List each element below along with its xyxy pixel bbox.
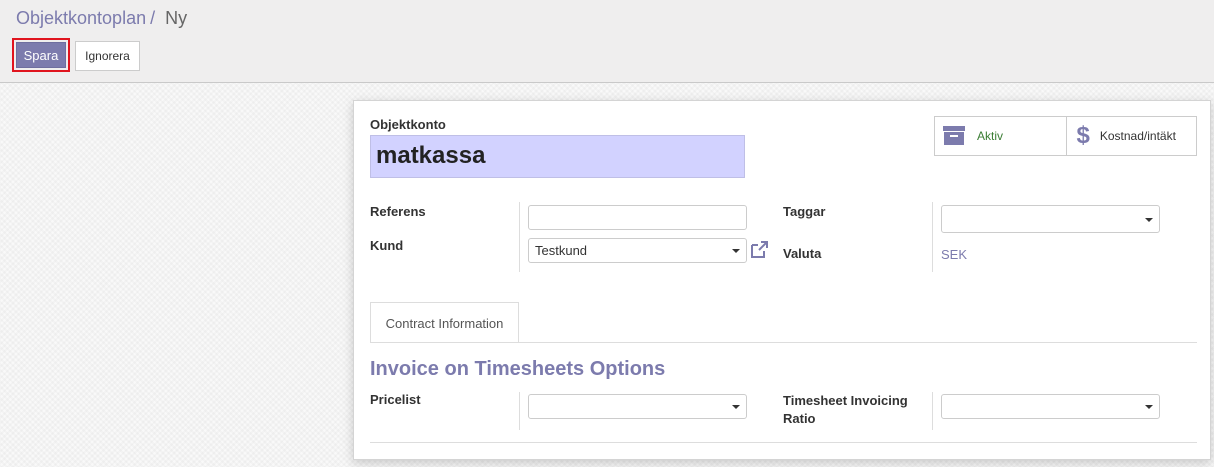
form-sheet: Objektkonto matkassa Aktiv $ Kostnad/int… (353, 100, 1211, 460)
cost-revenue-label: Kostnad/intäkt (1099, 129, 1176, 143)
customer-select-value: Testkund (535, 243, 588, 258)
discard-button[interactable]: Ignorera (75, 41, 140, 71)
reference-label: Referens (370, 204, 426, 219)
archive-icon (943, 124, 965, 149)
currency-label: Valuta (783, 246, 822, 261)
field-divider (932, 392, 933, 430)
breadcrumb-parent-link[interactable]: Objektkontoplan (16, 8, 146, 28)
active-label: Aktiv (977, 129, 1004, 143)
customer-select[interactable]: Testkund (528, 238, 747, 263)
pricelist-select[interactable] (528, 394, 747, 419)
invoicing-ratio-label: Timesheet Invoicing Ratio (783, 392, 908, 428)
group-title: Invoice on Timesheets Options (370, 358, 666, 380)
chevron-down-icon (1145, 405, 1153, 409)
reference-input[interactable] (528, 205, 747, 230)
control-panel: Objektkontoplan / Ny Spara Ignorera (0, 0, 1214, 83)
cost-revenue-button[interactable]: $ Kostnad/intäkt (1065, 117, 1197, 155)
breadcrumb-separator: / (150, 8, 156, 28)
invoicing-ratio-label-line1: Timesheet Invoicing (783, 393, 908, 408)
breadcrumb-current: Ny (165, 8, 188, 28)
section-divider (370, 442, 1197, 443)
field-divider (932, 202, 933, 272)
tab-underline (370, 342, 1197, 343)
currency-value[interactable]: SEK (941, 247, 967, 262)
tags-select[interactable] (941, 205, 1160, 233)
active-toggle-button[interactable]: Aktiv (935, 117, 1066, 155)
save-button[interactable]: Spara (16, 42, 66, 68)
chevron-down-icon (732, 405, 740, 409)
tags-label: Taggar (783, 204, 826, 219)
field-divider (519, 202, 520, 272)
invoicing-ratio-select[interactable] (941, 394, 1160, 419)
breadcrumb: Objektkontoplan / Ny (16, 8, 187, 29)
customer-label: Kund (370, 238, 404, 253)
name-label: Objektkonto (370, 117, 446, 132)
invoicing-ratio-label-line2: Ratio (783, 411, 816, 426)
stat-button-box: Aktiv $ Kostnad/intäkt (934, 116, 1197, 156)
chevron-down-icon (1145, 218, 1153, 222)
dollar-icon: $ (1076, 122, 1090, 149)
tab-contract-information[interactable]: Contract Information (370, 302, 519, 343)
name-input[interactable]: matkassa (370, 135, 745, 178)
save-button-highlight: Spara (12, 38, 70, 72)
chevron-down-icon (732, 249, 740, 253)
field-divider (519, 392, 520, 430)
external-link-icon[interactable] (749, 240, 769, 263)
pricelist-label: Pricelist (370, 392, 421, 407)
